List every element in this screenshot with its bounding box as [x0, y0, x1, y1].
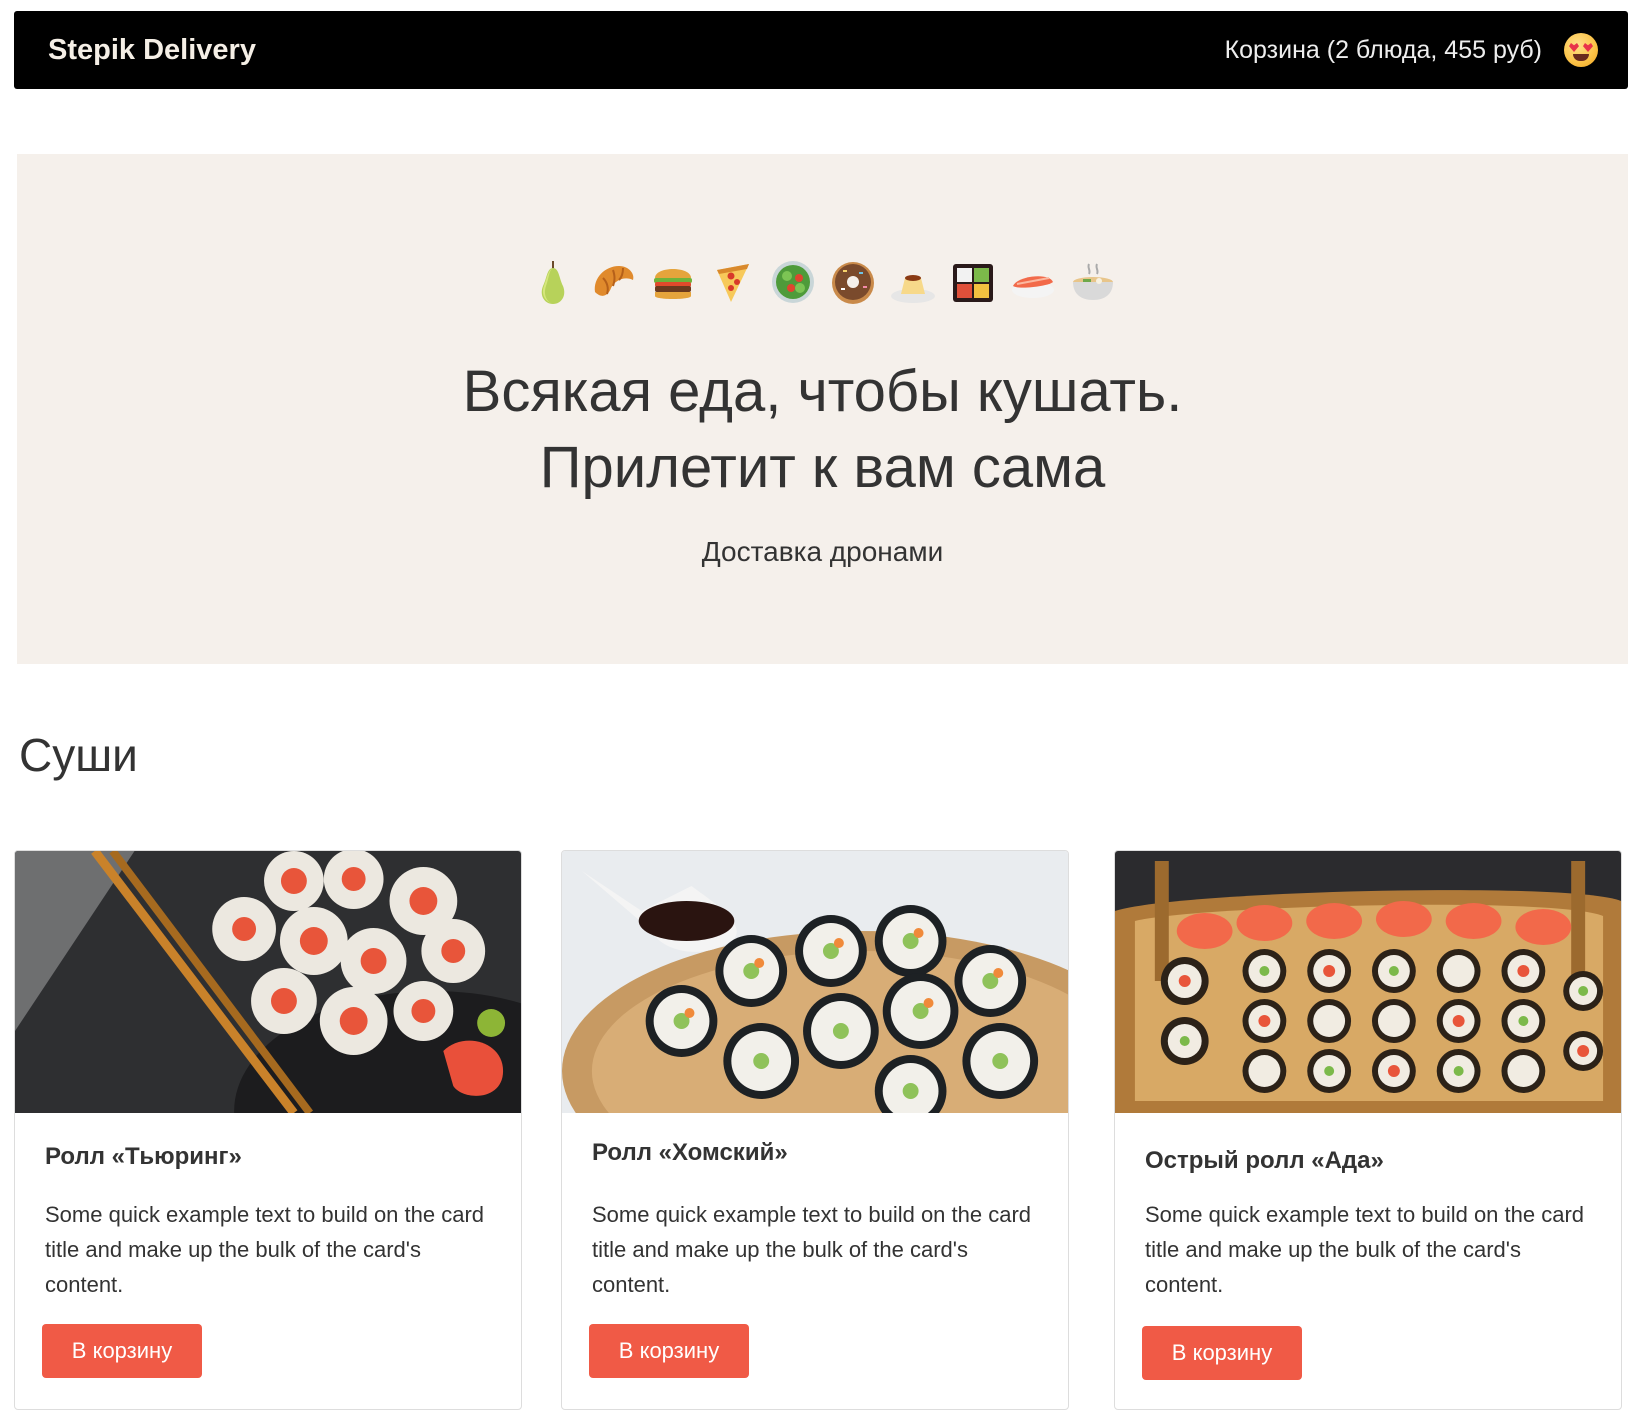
card-title: Острый ролл «Ада»: [1145, 1147, 1384, 1174]
add-to-cart-button[interactable]: В корзину: [1142, 1326, 1302, 1380]
add-to-cart-button[interactable]: В корзину: [589, 1324, 749, 1378]
sushi-icon: [1011, 276, 1054, 298]
product-image: [15, 851, 521, 1113]
product-image: [1115, 851, 1621, 1113]
custard-icon: [890, 275, 935, 303]
card-text: Some quick example text to build on the …: [45, 1202, 485, 1297]
hero-title-line2: Прилетит к вам сама: [539, 435, 1106, 500]
cart-link[interactable]: Корзина (2 блюда, 455 руб): [1225, 33, 1598, 67]
brand-link[interactable]: Stepik Delivery: [48, 34, 256, 67]
product-card: Ролл «Хомский» Some quick example text t…: [561, 850, 1069, 1410]
section-title-sushi: Суши: [19, 729, 138, 781]
add-to-cart-button[interactable]: В корзину: [42, 1324, 202, 1378]
card-title: Ролл «Тьюринг»: [45, 1143, 242, 1170]
green-salad-icon: [771, 261, 814, 303]
product-image: [562, 851, 1068, 1113]
card-title: Ролл «Хомский»: [592, 1139, 788, 1166]
hero-section: Всякая еда, чтобы кушать. Прилетит к вам…: [17, 154, 1628, 664]
hamburger-icon: [653, 269, 692, 299]
ramen-bowl-icon: [1072, 263, 1113, 300]
product-card: Ролл «Тьюринг» Some quick example text t…: [14, 850, 522, 1410]
hero-title: Всякая еда, чтобы кушать. Прилетит к вам…: [17, 354, 1628, 506]
hero-title-line1: Всякая еда, чтобы кушать.: [462, 359, 1183, 424]
cart-summary: Корзина (2 блюда, 455 руб): [1224, 35, 1542, 64]
bento-box-icon: [952, 264, 993, 302]
navbar: Stepik Delivery Корзина (2 блюда, 455 ру…: [14, 11, 1628, 89]
doughnut-icon: [831, 262, 874, 304]
pizza-icon: [716, 264, 749, 302]
pear-icon: [541, 261, 564, 304]
product-card: Острый ролл «Ада» Some quick example tex…: [1114, 850, 1622, 1410]
hero-subtitle: Доставка дронами: [701, 536, 944, 567]
food-emoji-row: [17, 258, 1628, 306]
card-text: Some quick example text to build on the …: [592, 1202, 1032, 1297]
heart-eyes-emoji-icon: [1564, 33, 1598, 67]
croissant-icon: [594, 266, 633, 296]
card-text: Some quick example text to build on the …: [1145, 1202, 1585, 1297]
